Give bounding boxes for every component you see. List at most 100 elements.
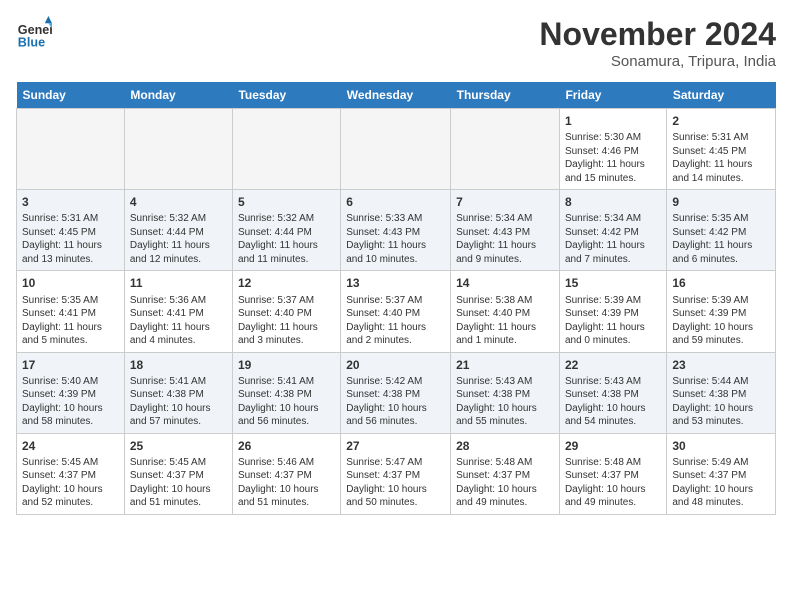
day-info: Sunrise: 5:35 AM Sunset: 4:41 PM Dayligh… xyxy=(22,294,119,348)
day-number: 17 xyxy=(22,357,119,373)
column-header-thursday: Thursday xyxy=(451,82,560,109)
column-header-tuesday: Tuesday xyxy=(232,82,340,109)
day-number: 15 xyxy=(565,275,661,291)
calendar-cell: 6 Sunrise: 5:33 AM Sunset: 4:43 PM Daylig… xyxy=(341,190,451,271)
calendar-cell: 25 Sunrise: 5:45 AM Sunset: 4:37 PM Dayli… xyxy=(124,433,232,514)
calendar-cell: 4Sunrise: 5:32 AM Sunset: 4:44 PM Daylig… xyxy=(124,190,232,271)
calendar-week-row: 1Sunrise: 5:30 AM Sunset: 4:46 PM Daylig… xyxy=(17,109,776,190)
day-info: Sunrise: 5:41 AM Sunset: 4:38 PM Dayligh… xyxy=(130,375,227,429)
day-number: 28 xyxy=(456,438,554,454)
calendar-cell: 22 Sunrise: 5:43 AM Sunset: 4:38 PM Dayli… xyxy=(559,352,666,433)
day-info: Sunrise: 5:38 AM Sunset: 4:40 PM Dayligh… xyxy=(456,294,554,348)
day-number: 9 xyxy=(672,194,770,210)
day-info: Sunrise: 5:43 AM Sunset: 4:38 PM Dayligh… xyxy=(456,375,554,429)
calendar-cell: 17Sunrise: 5:40 AM Sunset: 4:39 PM Dayli… xyxy=(17,352,125,433)
calendar-cell: 28 Sunrise: 5:48 AM Sunset: 4:37 PM Dayli… xyxy=(451,433,560,514)
calendar-cell: 24 Sunrise: 5:45 AM Sunset: 4:37 PM Dayli… xyxy=(17,433,125,514)
calendar-cell: 21 Sunrise: 5:43 AM Sunset: 4:38 PM Dayli… xyxy=(451,352,560,433)
calendar-header-row: SundayMondayTuesdayWednesdayThursdayFrid… xyxy=(17,82,776,109)
calendar-cell xyxy=(232,109,340,190)
calendar-cell xyxy=(17,109,125,190)
day-info: Sunrise: 5:33 AM Sunset: 4:43 PM Dayligh… xyxy=(346,212,445,266)
day-number: 14 xyxy=(456,275,554,291)
day-number: 22 xyxy=(565,357,661,373)
day-info: Sunrise: 5:32 AM Sunset: 4:44 PM Dayligh… xyxy=(130,212,227,266)
column-header-friday: Friday xyxy=(559,82,666,109)
calendar-cell xyxy=(124,109,232,190)
calendar-cell: 26 Sunrise: 5:46 AM Sunset: 4:37 PM Dayli… xyxy=(232,433,340,514)
calendar-cell: 1Sunrise: 5:30 AM Sunset: 4:46 PM Daylig… xyxy=(559,109,666,190)
day-info: Sunrise: 5:32 AM Sunset: 4:44 PM Dayligh… xyxy=(238,212,335,266)
day-number: 25 xyxy=(130,438,227,454)
calendar-cell: 3 Sunrise: 5:31 AM Sunset: 4:45 PM Daylig… xyxy=(17,190,125,271)
day-info: Sunrise: 5:43 AM Sunset: 4:38 PM Dayligh… xyxy=(565,375,661,429)
column-header-sunday: Sunday xyxy=(17,82,125,109)
day-number: 21 xyxy=(456,357,554,373)
calendar-cell: 30Sunrise: 5:49 AM Sunset: 4:37 PM Dayli… xyxy=(667,433,776,514)
title-block: November 2024 Sonamura, Tripura, India xyxy=(539,16,776,70)
calendar-table: SundayMondayTuesdayWednesdayThursdayFrid… xyxy=(16,82,776,515)
calendar-cell: 11 Sunrise: 5:36 AM Sunset: 4:41 PM Dayli… xyxy=(124,271,232,352)
day-info: Sunrise: 5:31 AM Sunset: 4:45 PM Dayligh… xyxy=(22,212,119,266)
day-info: Sunrise: 5:34 AM Sunset: 4:43 PM Dayligh… xyxy=(456,212,554,266)
day-number: 18 xyxy=(130,357,227,373)
calendar-cell: 14 Sunrise: 5:38 AM Sunset: 4:40 PM Dayli… xyxy=(451,271,560,352)
calendar-cell: 15 Sunrise: 5:39 AM Sunset: 4:39 PM Dayli… xyxy=(559,271,666,352)
calendar-cell: 29 Sunrise: 5:48 AM Sunset: 4:37 PM Dayli… xyxy=(559,433,666,514)
day-info: Sunrise: 5:37 AM Sunset: 4:40 PM Dayligh… xyxy=(346,294,445,348)
calendar-cell xyxy=(341,109,451,190)
calendar-cell: 2 Sunrise: 5:31 AM Sunset: 4:45 PM Daylig… xyxy=(667,109,776,190)
day-info: Sunrise: 5:36 AM Sunset: 4:41 PM Dayligh… xyxy=(130,294,227,348)
day-info: Sunrise: 5:45 AM Sunset: 4:37 PM Dayligh… xyxy=(130,456,227,510)
month-title: November 2024 xyxy=(539,16,776,53)
calendar-cell: 7Sunrise: 5:34 AM Sunset: 4:43 PM Daylig… xyxy=(451,190,560,271)
calendar-cell: 12 Sunrise: 5:37 AM Sunset: 4:40 PM Dayli… xyxy=(232,271,340,352)
day-info: Sunrise: 5:48 AM Sunset: 4:37 PM Dayligh… xyxy=(565,456,661,510)
svg-text:Blue: Blue xyxy=(18,36,45,50)
day-info: Sunrise: 5:49 AM Sunset: 4:37 PM Dayligh… xyxy=(672,456,770,510)
calendar-cell: 19Sunrise: 5:41 AM Sunset: 4:38 PM Dayli… xyxy=(232,352,340,433)
day-info: Sunrise: 5:39 AM Sunset: 4:39 PM Dayligh… xyxy=(565,294,661,348)
day-info: Sunrise: 5:41 AM Sunset: 4:38 PM Dayligh… xyxy=(238,375,335,429)
column-header-monday: Monday xyxy=(124,82,232,109)
day-number: 6 xyxy=(346,194,445,210)
calendar-cell: 13Sunrise: 5:37 AM Sunset: 4:40 PM Dayli… xyxy=(341,271,451,352)
calendar-cell xyxy=(451,109,560,190)
calendar-cell: 27Sunrise: 5:47 AM Sunset: 4:37 PM Dayli… xyxy=(341,433,451,514)
day-number: 3 xyxy=(22,194,119,210)
day-info: Sunrise: 5:34 AM Sunset: 4:42 PM Dayligh… xyxy=(565,212,661,266)
page-header: General Blue November 2024 Sonamura, Tri… xyxy=(16,16,776,70)
day-number: 1 xyxy=(565,113,661,129)
day-info: Sunrise: 5:45 AM Sunset: 4:37 PM Dayligh… xyxy=(22,456,119,510)
calendar-week-row: 17Sunrise: 5:40 AM Sunset: 4:39 PM Dayli… xyxy=(17,352,776,433)
day-info: Sunrise: 5:48 AM Sunset: 4:37 PM Dayligh… xyxy=(456,456,554,510)
calendar-cell: 9 Sunrise: 5:35 AM Sunset: 4:42 PM Daylig… xyxy=(667,190,776,271)
day-number: 11 xyxy=(130,275,227,291)
calendar-cell: 8 Sunrise: 5:34 AM Sunset: 4:42 PM Daylig… xyxy=(559,190,666,271)
day-number: 24 xyxy=(22,438,119,454)
day-number: 26 xyxy=(238,438,335,454)
day-info: Sunrise: 5:46 AM Sunset: 4:37 PM Dayligh… xyxy=(238,456,335,510)
day-number: 29 xyxy=(565,438,661,454)
day-number: 16 xyxy=(672,275,770,291)
calendar-cell: 20 Sunrise: 5:42 AM Sunset: 4:38 PM Dayli… xyxy=(341,352,451,433)
calendar-week-row: 3 Sunrise: 5:31 AM Sunset: 4:45 PM Daylig… xyxy=(17,190,776,271)
location: Sonamura, Tripura, India xyxy=(539,53,776,70)
day-number: 10 xyxy=(22,275,119,291)
day-info: Sunrise: 5:44 AM Sunset: 4:38 PM Dayligh… xyxy=(672,375,770,429)
column-header-wednesday: Wednesday xyxy=(341,82,451,109)
logo-icon: General Blue xyxy=(16,16,52,52)
calendar-week-row: 10 Sunrise: 5:35 AM Sunset: 4:41 PM Dayli… xyxy=(17,271,776,352)
logo: General Blue xyxy=(16,16,52,52)
day-number: 20 xyxy=(346,357,445,373)
calendar-cell: 5Sunrise: 5:32 AM Sunset: 4:44 PM Daylig… xyxy=(232,190,340,271)
day-number: 12 xyxy=(238,275,335,291)
day-number: 23 xyxy=(672,357,770,373)
day-info: Sunrise: 5:31 AM Sunset: 4:45 PM Dayligh… xyxy=(672,131,770,185)
day-number: 8 xyxy=(565,194,661,210)
day-info: Sunrise: 5:42 AM Sunset: 4:38 PM Dayligh… xyxy=(346,375,445,429)
day-number: 2 xyxy=(672,113,770,129)
day-info: Sunrise: 5:37 AM Sunset: 4:40 PM Dayligh… xyxy=(238,294,335,348)
day-info: Sunrise: 5:35 AM Sunset: 4:42 PM Dayligh… xyxy=(672,212,770,266)
calendar-cell: 16Sunrise: 5:39 AM Sunset: 4:39 PM Dayli… xyxy=(667,271,776,352)
